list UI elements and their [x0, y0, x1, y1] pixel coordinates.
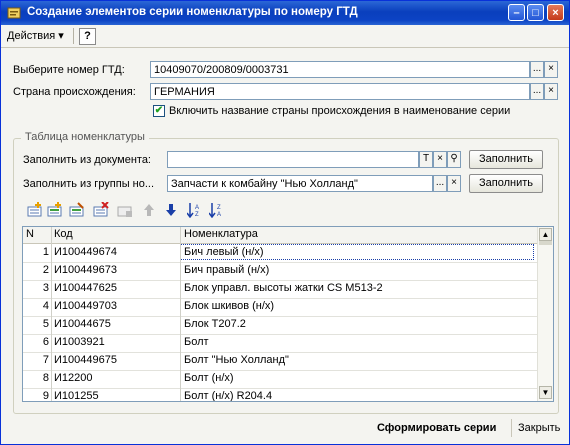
gtd-label: Выберите номер ГТД:: [13, 64, 125, 76]
title-bar: Создание элементов серии номенклатуры по…: [1, 1, 569, 25]
group-title: Таблица номенклатуры: [21, 131, 149, 143]
row-n: 3: [42, 282, 49, 294]
country-select-button[interactable]: ...: [530, 83, 544, 100]
fill-doc-field[interactable]: [167, 151, 419, 168]
chevron-down-icon: ▾: [58, 30, 64, 42]
table-row[interactable]: 8 И12200 Болт (н/х): [23, 370, 537, 389]
row-item: Болт "Нью Холланд": [184, 354, 289, 366]
row-n: 4: [42, 300, 49, 312]
row-code: И101255: [54, 390, 99, 402]
country-clear-button[interactable]: ×: [544, 83, 558, 100]
scroll-thumb[interactable]: [539, 241, 552, 245]
header-n[interactable]: N: [26, 228, 34, 240]
table-row[interactable]: 7 И100449675 Болт "Нью Холланд": [23, 352, 537, 371]
svg-text:Z: Z: [217, 205, 221, 211]
fill-doc-button[interactable]: Заполнить: [469, 150, 543, 169]
row-n: 2: [42, 264, 49, 276]
move-down-icon[interactable]: [163, 202, 179, 218]
maximize-button[interactable]: □: [527, 4, 544, 21]
svg-text:Z: Z: [195, 212, 199, 218]
svg-text:A: A: [195, 205, 199, 211]
gtd-select-button[interactable]: ...: [530, 61, 544, 78]
table-row[interactable]: 2 И100449673 Бич правый (н/х): [23, 262, 537, 281]
footer-separator: [511, 419, 512, 437]
table-row[interactable]: 9 И101255 Болт (н/х) R204.4: [23, 388, 537, 402]
help-button[interactable]: ?: [79, 28, 96, 45]
fill-group-label: Заполнить из группы но...: [23, 178, 155, 190]
actions-menu-label: Действия: [7, 30, 56, 42]
row-code: И12200: [54, 372, 93, 384]
row-item: Блок T207.2: [184, 318, 246, 330]
fill-group-field[interactable]: Запчасти к комбайну "Нью Холланд": [167, 175, 433, 192]
row-code: И100447625: [54, 282, 117, 294]
row-item: Болт (н/х): [184, 372, 234, 384]
row-n: 1: [42, 246, 49, 258]
row-item: Блок шкивов (н/х): [184, 300, 275, 312]
menu-bar: Действия ▾ ?: [1, 25, 569, 48]
country-field[interactable]: ГЕРМАНИЯ: [150, 83, 530, 100]
row-n: 8: [42, 372, 49, 384]
fill-group-button[interactable]: Заполнить: [469, 174, 543, 193]
table-row[interactable]: 6 И1003921 Болт: [23, 334, 537, 353]
include-country-checkbox[interactable]: ✔: [153, 105, 165, 117]
header-code[interactable]: Код: [54, 228, 73, 240]
scroll-up-icon[interactable]: ▲: [539, 228, 552, 241]
row-item: Болт (н/х) R204.4: [184, 390, 273, 402]
svg-text:A: A: [217, 212, 221, 218]
window-title: Создание элементов серии номенклатуры по…: [27, 6, 358, 18]
close-window-button[interactable]: ×: [547, 4, 564, 21]
row-n: 5: [42, 318, 49, 330]
minimize-button[interactable]: –: [508, 4, 525, 21]
sort-descending-icon[interactable]: ZA: [209, 202, 225, 218]
move-up-icon[interactable]: [141, 202, 157, 218]
country-label: Страна происхождения:: [13, 86, 136, 98]
row-code: И100449673: [54, 264, 117, 276]
edit-row-icon[interactable]: [69, 202, 85, 218]
gtd-clear-button[interactable]: ×: [544, 61, 558, 78]
scroll-down-icon[interactable]: ▼: [539, 386, 552, 399]
delete-row-icon[interactable]: [93, 202, 109, 218]
gtd-field[interactable]: 10409070/200809/0003731: [150, 61, 530, 78]
add-row-icon[interactable]: [27, 202, 43, 218]
fill-doc-label: Заполнить из документа:: [23, 154, 151, 166]
fill-group-select-button[interactable]: ...: [433, 175, 447, 192]
end-edit-icon[interactable]: [117, 202, 133, 218]
row-item: Болт: [184, 336, 209, 348]
row-n: 9: [42, 390, 49, 402]
column-divider: [180, 227, 181, 401]
row-n: 6: [42, 336, 49, 348]
fill-doc-clear-button[interactable]: ×: [433, 151, 447, 168]
type-button[interactable]: T: [419, 151, 433, 168]
row-n: 7: [42, 354, 49, 366]
app-icon: [7, 7, 21, 19]
table-header: N Код Номенклатура: [23, 227, 537, 244]
close-button[interactable]: Закрыть: [518, 422, 560, 434]
row-item: Блок управл. высоты жатки CS M513-2: [184, 282, 383, 294]
row-code: И10044675: [54, 318, 111, 330]
dialog-window: Создание элементов серии номенклатуры по…: [0, 0, 570, 445]
include-country-label: Включить название страны происхождения в…: [169, 105, 511, 117]
copy-row-icon[interactable]: [47, 202, 63, 218]
row-code: И100449674: [54, 246, 117, 258]
row-item: Бич правый (н/х): [184, 264, 270, 276]
row-code: И100449675: [54, 354, 117, 366]
sort-ascending-icon[interactable]: AZ: [187, 202, 203, 218]
table-scrollbar[interactable]: ▲ ▼: [537, 227, 553, 401]
row-code: И1003921: [54, 336, 105, 348]
nomenclature-table[interactable]: N Код Номенклатура 1 И100449674 Бич левы…: [22, 226, 554, 402]
table-row[interactable]: 4 И100449703 Блок шкивов (н/х): [23, 298, 537, 317]
row-code: И100449703: [54, 300, 117, 312]
table-row[interactable]: 5 И10044675 Блок T207.2: [23, 316, 537, 335]
column-divider: [51, 227, 52, 401]
search-icon[interactable]: ⚲: [447, 151, 461, 168]
fill-group-clear-button[interactable]: ×: [447, 175, 461, 192]
create-series-button[interactable]: Сформировать серии: [377, 422, 496, 434]
table-row[interactable]: 3 И100447625 Блок управл. высоты жатки C…: [23, 280, 537, 299]
row-item: Бич левый (н/х): [180, 244, 534, 260]
menu-separator: [73, 28, 74, 44]
header-item[interactable]: Номенклатура: [184, 228, 258, 240]
table-row[interactable]: 1 И100449674 Бич левый (н/х): [23, 244, 537, 263]
actions-menu[interactable]: Действия ▾: [7, 29, 64, 42]
